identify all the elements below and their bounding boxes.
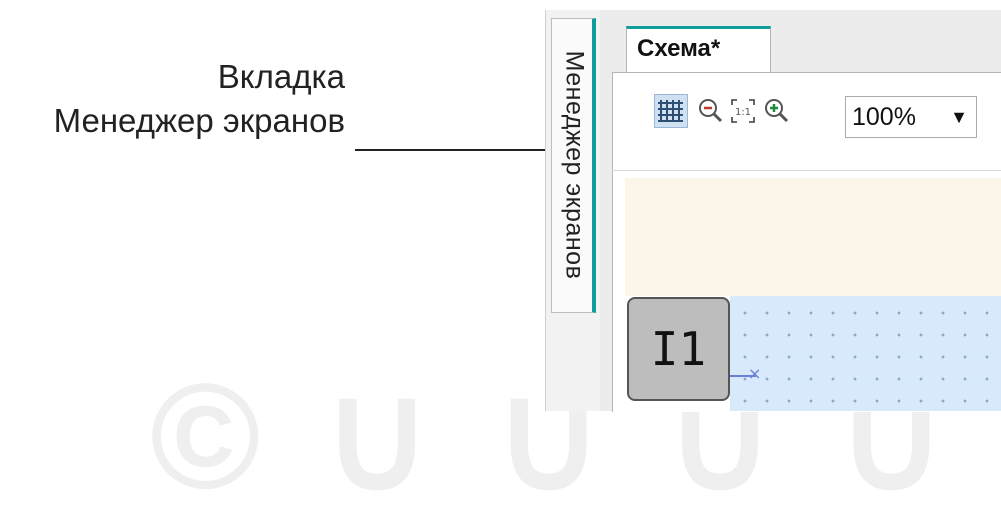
tab-screen-manager-label: Менеджер экранов [560, 50, 589, 280]
zoom-in-icon [765, 99, 789, 123]
diagram-canvas[interactable] [730, 296, 1001, 411]
callout-leader-line [355, 149, 550, 151]
zoom-out-button[interactable] [694, 94, 728, 128]
zoom-out-icon [699, 99, 723, 123]
zoom-level-value: 100% [852, 103, 916, 131]
chevron-down-icon: ▼ [950, 107, 968, 127]
svg-text:1:1: 1:1 [735, 107, 751, 118]
input-block[interactable]: I1 [627, 297, 730, 401]
actual-size-button[interactable]: 1:1 [726, 94, 760, 128]
callout-line-2: Менеджер экранов [53, 102, 345, 139]
pin-connector-marker: × [748, 364, 762, 383]
fit-1to1-icon: 1:1 [731, 99, 755, 123]
canvas-header-area [625, 178, 1001, 296]
callout-line-1: Вкладка [217, 58, 345, 95]
callout-text: Вкладка Менеджер экранов [0, 55, 345, 143]
grid-icon [658, 100, 683, 122]
toolbar-divider [612, 170, 1001, 171]
zoom-in-button[interactable] [760, 94, 794, 128]
tab-scheme[interactable]: Схема* [626, 26, 771, 72]
grid-toggle-button[interactable] [654, 94, 688, 128]
zoom-level-select[interactable]: 100% ▼ [845, 96, 977, 138]
